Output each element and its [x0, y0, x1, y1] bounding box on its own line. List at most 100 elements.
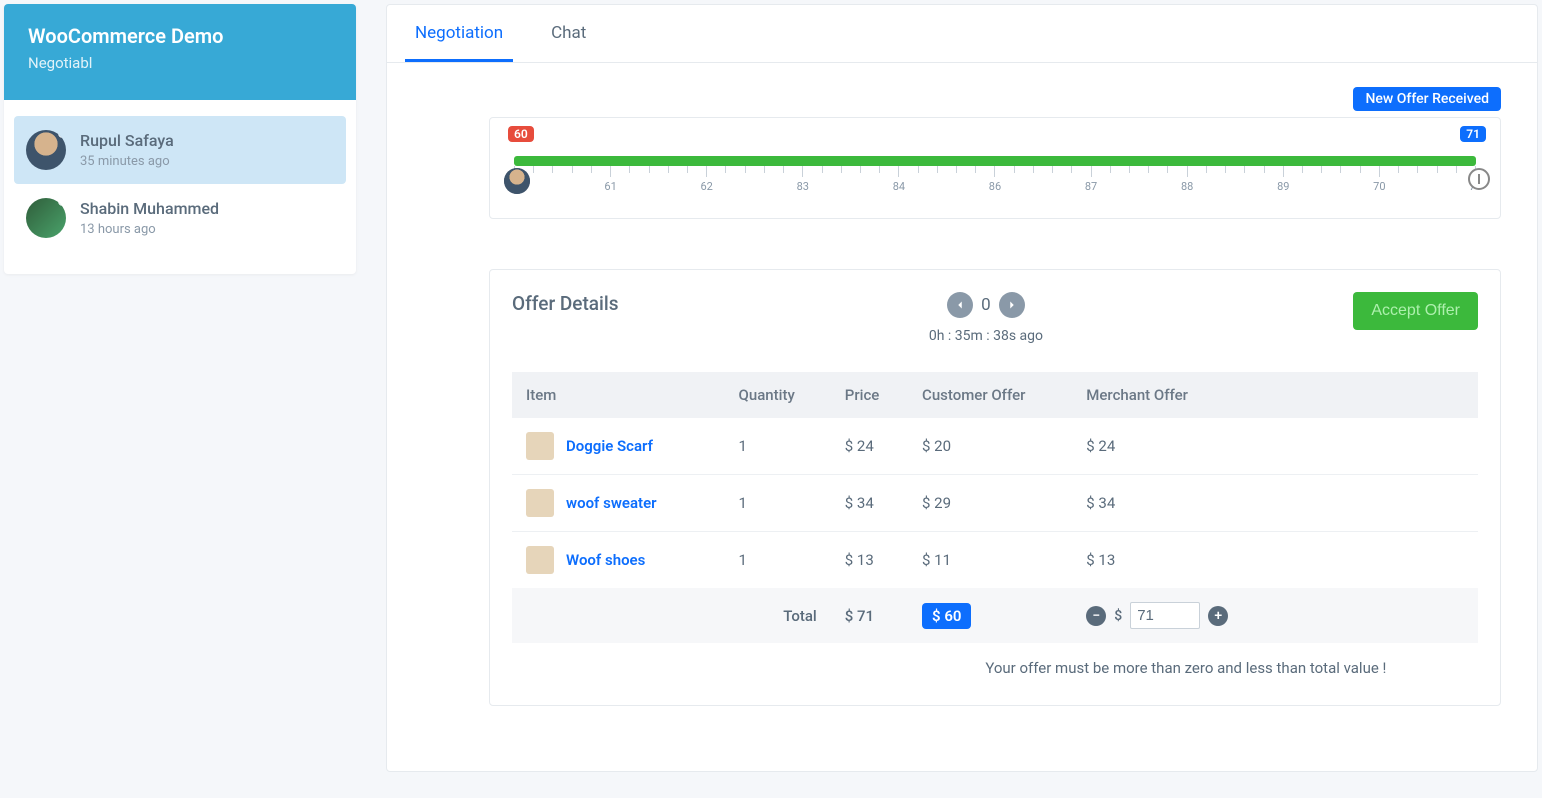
slider-tick: 87	[1091, 166, 1092, 177]
tabs: Negotiation Chat	[387, 5, 1537, 63]
slider-tick	[1360, 166, 1361, 173]
slider-tick	[1167, 166, 1168, 173]
conversation-time: 13 hours ago	[80, 222, 219, 237]
accept-offer-button[interactable]: Accept Offer	[1353, 292, 1478, 330]
cell-customer-offer: $ 20	[908, 418, 1072, 475]
slider-tick: 70	[1379, 166, 1380, 177]
sidebar-header: WooCommerce Demo Negotiabl	[4, 4, 356, 100]
slider-tick: 89	[1283, 166, 1284, 177]
slider-tick	[822, 166, 823, 173]
slider-tick	[1014, 166, 1015, 173]
slider-min-marker: 60	[508, 126, 534, 142]
slider-tick: 61	[610, 166, 611, 177]
increment-button[interactable]: +	[1208, 606, 1228, 626]
avatar	[26, 130, 66, 170]
slider-tick-label: 87	[1085, 180, 1097, 193]
slider-tick	[1110, 166, 1111, 173]
slider-tick	[764, 166, 765, 173]
offer-hint: Your offer must be more than zero and le…	[512, 643, 1478, 677]
slider-tick	[1206, 166, 1207, 173]
offer-time-ago: 0h : 35m : 38s ago	[619, 328, 1354, 344]
slider-tick-label: 61	[604, 180, 616, 193]
conversation-name: Rupul Safaya	[80, 131, 174, 150]
slider-tick	[918, 166, 919, 173]
offer-nav-count: 0	[981, 295, 991, 315]
item-link[interactable]: Doggie Scarf	[566, 437, 653, 455]
table-row: woof sweater 1 $ 34 $ 29 $ 34	[512, 475, 1478, 532]
status-badge: New Offer Received	[1353, 87, 1501, 111]
total-customer-offer: $ 60	[922, 603, 971, 629]
slider-tick	[668, 166, 669, 173]
slider-tick	[1129, 166, 1130, 173]
slider-track[interactable]	[514, 156, 1476, 166]
slider-tick	[725, 166, 726, 173]
col-quantity: Quantity	[725, 372, 831, 418]
conversation-name: Shabin Muhammed	[80, 199, 219, 218]
cell-quantity: 1	[725, 532, 831, 589]
slider-tick	[1033, 166, 1034, 173]
offer-prev-button[interactable]	[947, 292, 973, 318]
slider-tick: 62	[706, 166, 707, 177]
slider-handle[interactable]	[1468, 168, 1490, 190]
slider-tick	[687, 166, 688, 173]
item-link[interactable]: woof sweater	[566, 494, 657, 512]
slider-tick	[1052, 166, 1053, 173]
cell-quantity: 1	[725, 475, 831, 532]
slider-tick: 88	[1187, 166, 1188, 177]
conversation-time: 35 minutes ago	[80, 154, 174, 169]
offer-next-button[interactable]	[999, 292, 1025, 318]
merchant-offer-input[interactable]	[1130, 602, 1200, 629]
slider-tick	[1398, 166, 1399, 173]
slider-tick-label: 70	[1373, 180, 1385, 193]
slider-tick	[1302, 166, 1303, 173]
slider-tick	[1071, 166, 1072, 173]
slider-tick	[1244, 166, 1245, 173]
slider-tick	[572, 166, 573, 173]
col-item: Item	[512, 372, 725, 418]
online-dot-icon	[58, 198, 66, 206]
slider-tick: 83	[802, 166, 803, 177]
tab-negotiation[interactable]: Negotiation	[405, 5, 513, 62]
online-dot-icon	[58, 130, 66, 138]
item-link[interactable]: Woof shoes	[566, 551, 645, 569]
tab-chat[interactable]: Chat	[541, 5, 596, 62]
col-price: Price	[831, 372, 908, 418]
slider-tick	[956, 166, 957, 173]
slider-tick	[745, 166, 746, 173]
slider-max-marker: 71	[1460, 126, 1486, 142]
cell-price: $ 34	[831, 475, 908, 532]
decrement-button[interactable]: −	[1086, 606, 1106, 626]
slider-tick	[1321, 166, 1322, 173]
currency-symbol: $	[1114, 608, 1122, 624]
slider-tick	[783, 166, 784, 173]
offer-details-card: Offer Details 0 0h : 35m : 38s ago	[489, 269, 1501, 706]
item-thumb-icon	[526, 546, 554, 574]
slider-tick	[860, 166, 861, 173]
slider-tick	[591, 166, 592, 173]
cell-merchant-offer: $ 13	[1072, 532, 1478, 589]
slider-tick	[1148, 166, 1149, 173]
slider-scale: 61628384868788897071	[514, 166, 1476, 177]
app-subtitle: Negotiabl	[28, 54, 332, 72]
avatar	[26, 198, 66, 238]
offer-slider-card: 60 71 61628384868788897071	[489, 117, 1501, 219]
col-customer-offer: Customer Offer	[908, 372, 1072, 418]
app-title: WooCommerce Demo	[28, 24, 332, 48]
slider-tick	[975, 166, 976, 173]
arrow-left-icon	[953, 298, 967, 312]
slider-tick	[879, 166, 880, 173]
conversation-item[interactable]: Rupul Safaya 35 minutes ago	[14, 116, 346, 184]
col-merchant-offer: Merchant Offer	[1072, 372, 1478, 418]
total-label: Total	[512, 588, 831, 643]
conversation-item[interactable]: Shabin Muhammed 13 hours ago	[14, 184, 346, 252]
offer-details-title: Offer Details	[512, 292, 619, 315]
cell-price: $ 24	[831, 418, 908, 475]
arrow-right-icon	[1005, 298, 1019, 312]
slider-tick	[533, 166, 534, 173]
conversation-list: Rupul Safaya 35 minutes ago Shabin Muham…	[4, 100, 356, 274]
slider-tick	[629, 166, 630, 173]
slider-customer-avatar-icon	[504, 168, 530, 194]
cell-merchant-offer: $ 24	[1072, 418, 1478, 475]
slider-tick	[1225, 166, 1226, 173]
slider-tick-label: 86	[989, 180, 1001, 193]
